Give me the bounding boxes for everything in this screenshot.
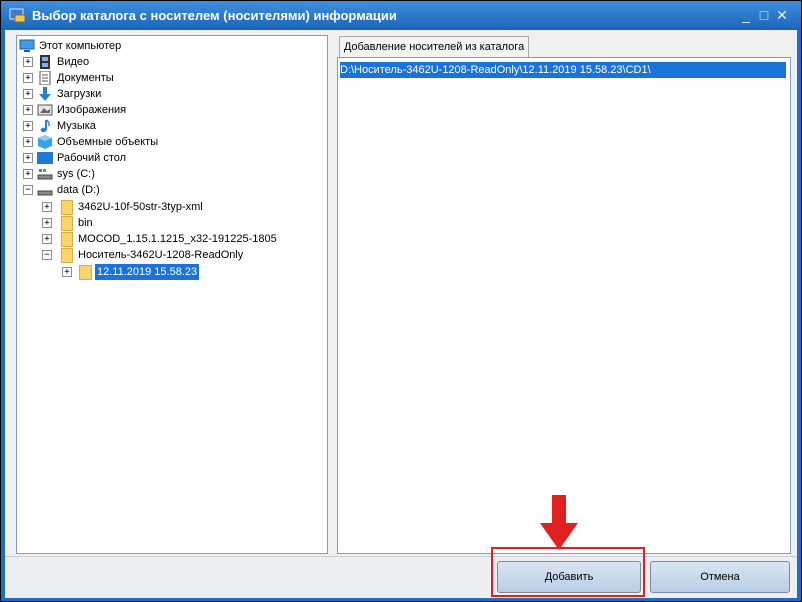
media-path: D:\Носитель-3462U-1208-ReadOnly\12.11.20… (340, 64, 651, 76)
tree-item-label: data (D:) (57, 184, 100, 196)
expand-icon[interactable]: + (42, 202, 52, 212)
maximize-button[interactable]: □ (756, 6, 772, 24)
dialog-body: Этот компьютер + Видео + Документы + Заг… (5, 30, 797, 598)
tab-add-media[interactable]: Добавление носителей из каталога (339, 36, 529, 58)
expand-icon[interactable]: + (42, 218, 52, 228)
tree-item-label: Носитель-3462U-1208-ReadOnly (78, 249, 244, 261)
tree-item-label: Объемные объекты (57, 136, 159, 148)
music-icon (40, 119, 50, 133)
dialog-window: Выбор каталога с носителем (носителями) … (0, 0, 802, 602)
tree-item-label: Рабочий стол (57, 152, 127, 164)
folder-icon (61, 216, 73, 231)
tree-item-label: Музыка (57, 120, 96, 132)
window-title: Выбор каталога с носителем (носителями) … (32, 8, 397, 23)
computer-icon (19, 39, 35, 52)
cancel-button-label: Отмена (700, 571, 740, 583)
expand-icon[interactable]: + (23, 89, 33, 99)
expand-icon[interactable]: + (23, 105, 33, 115)
expand-icon[interactable]: + (23, 153, 33, 163)
expand-icon[interactable]: + (23, 73, 33, 83)
tree-item-label: sys (C:) (57, 168, 95, 180)
minimize-button[interactable]: _ (738, 6, 754, 24)
drive-icon (37, 169, 53, 180)
tree-item-label: MOCOD_1.15.1.1215_x32-191225-1805 (78, 233, 277, 245)
folder-icon (79, 265, 92, 280)
expand-icon[interactable]: + (42, 234, 52, 244)
expand-icon[interactable]: + (23, 121, 33, 131)
folder-icon (61, 200, 73, 215)
cancel-button[interactable]: Отмена (650, 561, 790, 593)
tab-label: Добавление носителей из каталога (343, 41, 525, 53)
tree-root-label: Этот компьютер (39, 40, 122, 52)
folder-icon (61, 248, 73, 263)
tree-item-label: Изображения (57, 104, 127, 116)
expand-icon[interactable]: + (23, 137, 33, 147)
documents-icon (39, 71, 51, 85)
tree-item-label: 3462U-10f-50str-3typ-xml (78, 201, 203, 213)
close-button[interactable]: ✕ (774, 6, 790, 24)
expand-icon[interactable]: + (23, 169, 33, 179)
folder-icon (61, 232, 73, 247)
expand-icon[interactable]: + (23, 57, 33, 67)
annotation-arrow-icon (540, 495, 578, 550)
app-icon (9, 8, 26, 23)
media-list-panel[interactable]: D:\Носитель-3462U-1208-ReadOnly\12.11.20… (337, 57, 791, 554)
tree-item-label: Загрузки (57, 88, 102, 100)
collapse-icon[interactable]: − (23, 185, 33, 195)
desktop-icon (37, 152, 53, 164)
tree-item-label: Видео (57, 56, 90, 68)
selected-folder-label: 12.11.2019 15.58.23 (95, 264, 200, 280)
folder-tree[interactable]: Этот компьютер + Видео + Документы + Заг… (16, 35, 328, 554)
title-bar[interactable]: Выбор каталога с носителем (носителями) … (1, 1, 801, 30)
annotation-highlight-box (491, 547, 645, 597)
images-icon (37, 104, 53, 116)
tree-item-label: bin (78, 217, 93, 229)
tree-item-label: Документы (57, 72, 114, 84)
3d-objects-icon (38, 135, 52, 149)
collapse-icon[interactable]: − (42, 250, 52, 260)
drive-icon (37, 190, 53, 196)
video-icon (40, 55, 50, 69)
expand-icon[interactable]: + (62, 267, 72, 277)
media-path-row[interactable]: D:\Носитель-3462U-1208-ReadOnly\12.11.20… (340, 62, 786, 78)
downloads-icon (39, 87, 51, 101)
